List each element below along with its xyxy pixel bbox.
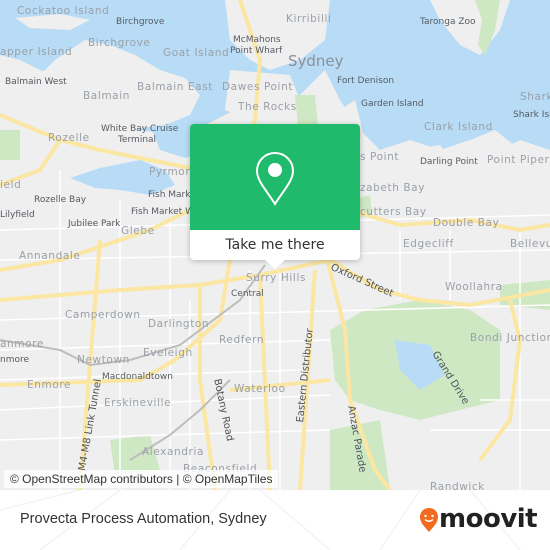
map-label: zabeth Bay	[360, 182, 426, 194]
map-label: Surry Hills	[246, 272, 307, 284]
map-label: Cockatoo Island	[17, 5, 110, 17]
map[interactable]: Cockatoo Island Birchgrove Birchgrove ap…	[0, 0, 550, 490]
map-label: Randwick	[430, 481, 485, 490]
map-label: Goat Island	[163, 47, 230, 59]
map-label: Balmain West	[5, 77, 67, 87]
map-label: Bondi Junction	[470, 332, 550, 344]
map-label: White Bay Cruise	[101, 124, 179, 134]
map-label: anmore	[0, 338, 44, 350]
brand-name: moovit	[439, 504, 538, 534]
map-label: Fish Market W	[131, 207, 194, 217]
map-label: Eveleigh	[143, 347, 193, 359]
map-label: McMahons	[233, 35, 281, 45]
map-label: Redfern	[219, 334, 265, 346]
map-label: Balmain	[83, 90, 130, 102]
map-label: Terminal	[118, 135, 157, 145]
map-label: Waterloo	[234, 383, 286, 395]
map-label: Macdonaldtown	[102, 372, 173, 382]
point-piper-land	[480, 140, 550, 200]
map-label: Erskineville	[104, 397, 172, 409]
map-label: Newtown	[77, 354, 130, 366]
map-label: Birchgrove	[88, 37, 151, 49]
map-label: Double Bay	[433, 217, 500, 229]
location-pin-icon	[255, 151, 295, 206]
map-label: Birchgrove	[116, 17, 165, 27]
map-label: Garden Island	[361, 99, 424, 109]
leichhardt-green	[0, 130, 20, 160]
place-title: Provecta Process Automation, Sydney	[20, 511, 267, 527]
map-label: Clark Island	[424, 121, 493, 133]
map-label: Rozelle Bay	[34, 195, 87, 205]
map-label: The Rocks	[238, 101, 297, 113]
map-label: Edgecliff	[403, 238, 454, 250]
map-label: Annandale	[19, 250, 81, 262]
map-label: Enmore	[27, 379, 72, 391]
map-label: Dawes Point	[222, 81, 294, 93]
map-label: cutters Bay	[360, 206, 427, 218]
map-label: Balmain East	[137, 81, 213, 93]
moovit-pin-icon	[420, 508, 438, 532]
map-label: Glebe	[121, 225, 155, 237]
map-label: Shark Isla	[513, 110, 550, 120]
map-label: nmore	[0, 355, 30, 365]
map-label: Alexandria	[142, 446, 205, 458]
map-label: Kirribilli	[286, 13, 332, 25]
location-popup: Take me there	[190, 124, 360, 269]
map-label: Woollahra	[445, 281, 503, 293]
map-label: Central	[231, 289, 264, 299]
popup-header	[190, 124, 360, 230]
map-attribution[interactable]: © OpenStreetMap contributors | © OpenMap…	[4, 470, 279, 488]
map-label: Point Piper	[487, 154, 550, 166]
map-label: Jubilee Park	[68, 219, 121, 229]
map-label: Camperdown	[65, 309, 141, 321]
map-label: Bellevu	[510, 238, 550, 250]
map-label: Rozelle	[48, 132, 90, 144]
footer: Provecta Process Automation, Sydney moov…	[0, 490, 550, 550]
map-label: Point Wharf	[230, 46, 283, 56]
map-label: Darling Point	[420, 157, 478, 167]
map-label: apper Island	[0, 46, 73, 58]
take-me-there-button[interactable]: Take me there	[190, 230, 360, 260]
popup-pointer	[265, 260, 285, 269]
map-label: Lilyfield	[0, 210, 35, 220]
map-label: s Point	[360, 151, 400, 163]
map-label: ield	[0, 179, 22, 191]
map-label: Fort Denison	[337, 76, 395, 86]
map-label: Darlington	[148, 318, 210, 330]
map-label: Shark	[520, 91, 550, 103]
rocks-land	[225, 70, 300, 125]
map-label: Sydney	[288, 52, 344, 70]
map-label: Taronga Zoo	[420, 17, 476, 27]
